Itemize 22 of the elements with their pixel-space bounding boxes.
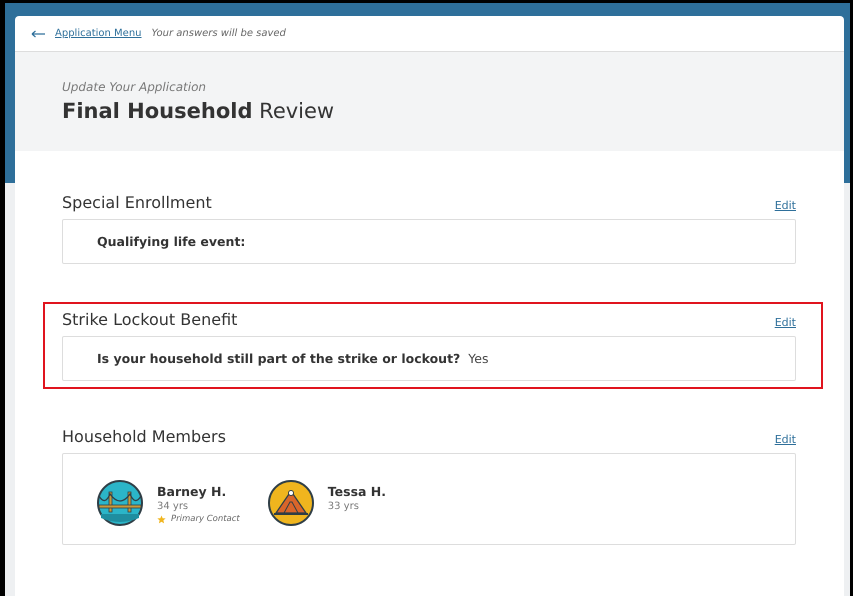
- star-icon: [157, 514, 166, 524]
- section-title: Special Enrollment: [62, 193, 212, 212]
- section-title: Household Members: [62, 427, 226, 446]
- member-age: 34 yrs: [157, 501, 190, 512]
- mountain-avatar-icon: [268, 480, 314, 526]
- question-label: Qualifying life event:: [97, 234, 246, 249]
- question-label: Is your household still part of the strike or lockout?: [97, 351, 460, 366]
- edit-link[interactable]: Edit: [774, 316, 796, 329]
- application-menu-link[interactable]: Application Menu: [55, 28, 142, 39]
- bridge-avatar-icon: [97, 480, 143, 526]
- edit-link[interactable]: Edit: [774, 199, 796, 212]
- answer-value: Yes: [468, 351, 488, 366]
- back-arrow-icon[interactable]: [31, 30, 45, 38]
- member-name: Tessa H.: [328, 484, 386, 499]
- primary-contact-label: Primary Contact: [171, 514, 240, 524]
- autosave-note: Your answers will be saved: [152, 28, 286, 39]
- edit-link[interactable]: Edit: [774, 433, 796, 446]
- section-title: Strike Lockout Benefit: [62, 310, 238, 329]
- page-title: Final Household Review: [62, 99, 336, 123]
- member-age: 33 yrs: [328, 501, 360, 512]
- page-eyebrow: Update Your Application: [62, 80, 208, 94]
- member-name: Barney H.: [157, 484, 228, 499]
